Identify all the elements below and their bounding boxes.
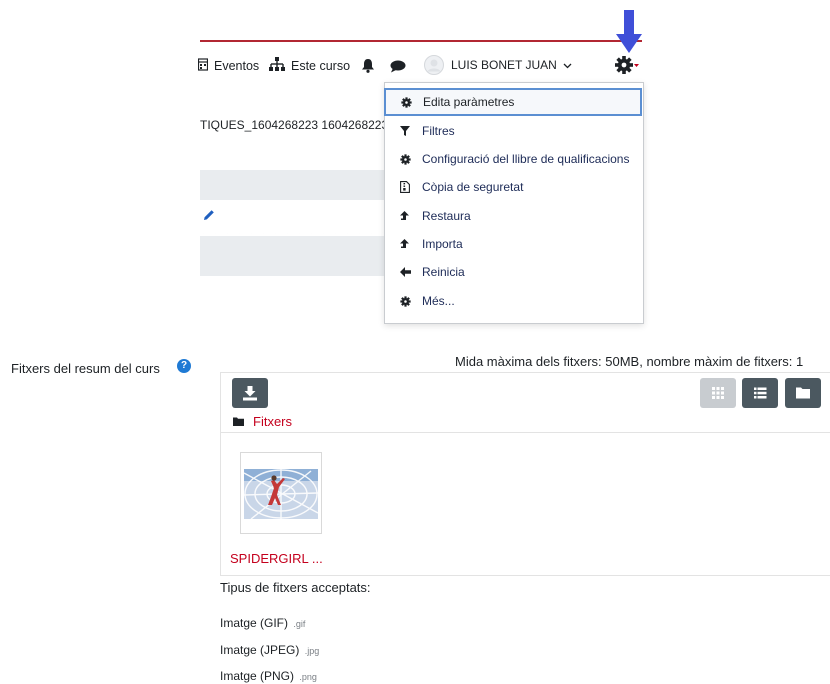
chat-bubble-icon[interactable]: [390, 60, 406, 78]
view-tree-button[interactable]: [785, 378, 821, 408]
list-icon: [754, 387, 767, 399]
accepted-type-gif: Imatge (GIF) .gif: [220, 616, 306, 630]
download-icon: [243, 386, 257, 401]
file-manager-separator: [221, 432, 830, 433]
menu-item-reinicia[interactable]: Reinicia: [385, 258, 641, 286]
file-name-link[interactable]: SPIDERGIRL ...: [230, 551, 323, 566]
folder-breadcrumb[interactable]: Fitxers: [233, 414, 292, 429]
view-icons-button[interactable]: [700, 378, 736, 408]
nav-este-curso[interactable]: Este curso: [269, 57, 350, 74]
folder-icon: [796, 387, 810, 399]
sitemap-icon: [269, 57, 285, 74]
gear-icon[interactable]: [615, 55, 641, 77]
gear-icon: [401, 96, 419, 108]
nav-eventos[interactable]: Eventos: [197, 57, 259, 74]
user-menu[interactable]: LUIS BONET JUAN: [451, 58, 572, 72]
upload-arrow-icon: [400, 210, 418, 222]
menu-item-copia-seguretat[interactable]: Còpia de seguretat: [385, 173, 641, 201]
settings-dropdown-menu: Edita paràmetres Filtres Configuració de…: [384, 82, 644, 324]
accepted-type-jpeg: Imatge (JPEG) .jpg: [220, 643, 320, 657]
accepted-type-png: Imatge (PNG) .png: [220, 669, 317, 683]
chevron-down-icon: [563, 58, 572, 72]
filter-icon: [400, 126, 418, 136]
header-divider: [200, 40, 642, 42]
files-field-label: Fitxers del resum del curs: [11, 361, 160, 376]
grid-icon: [712, 387, 724, 399]
arrow-left-icon: [400, 267, 418, 277]
max-file-info: Mida màxima dels fitxers: 50MB, nombre m…: [455, 354, 804, 369]
menu-item-restaura[interactable]: Restaura: [385, 202, 641, 230]
calendar-icon: [197, 57, 209, 74]
menu-item-importa[interactable]: Importa: [385, 230, 641, 258]
bell-icon[interactable]: [361, 58, 375, 78]
gear-icon: [400, 295, 418, 307]
accepted-types-title: Tipus de fitxers acceptats:: [220, 580, 371, 595]
menu-item-configuracio-llibre-qualificacions[interactable]: Configuració del llibre de qualificacion…: [385, 145, 641, 173]
course-id-text: TIQUES_1604268223 1604268223: [200, 118, 389, 132]
file-thumbnail[interactable]: [240, 452, 322, 534]
file-archive-icon: [400, 181, 418, 193]
gear-icon: [400, 153, 418, 165]
download-button[interactable]: [232, 378, 268, 408]
avatar[interactable]: [424, 55, 444, 80]
menu-item-filtres[interactable]: Filtres: [385, 117, 641, 145]
spider-web-image: [243, 469, 319, 520]
menu-item-mes[interactable]: Més...: [385, 287, 641, 315]
folder-icon: [233, 414, 244, 429]
down-arrow-pointer-icon: [616, 10, 642, 54]
menu-item-edita-parametres[interactable]: Edita paràmetres: [384, 88, 642, 116]
help-question-icon[interactable]: ?: [177, 359, 191, 373]
upload-arrow-icon: [400, 238, 418, 250]
pencil-icon[interactable]: [203, 208, 215, 226]
view-list-button[interactable]: [742, 378, 778, 408]
